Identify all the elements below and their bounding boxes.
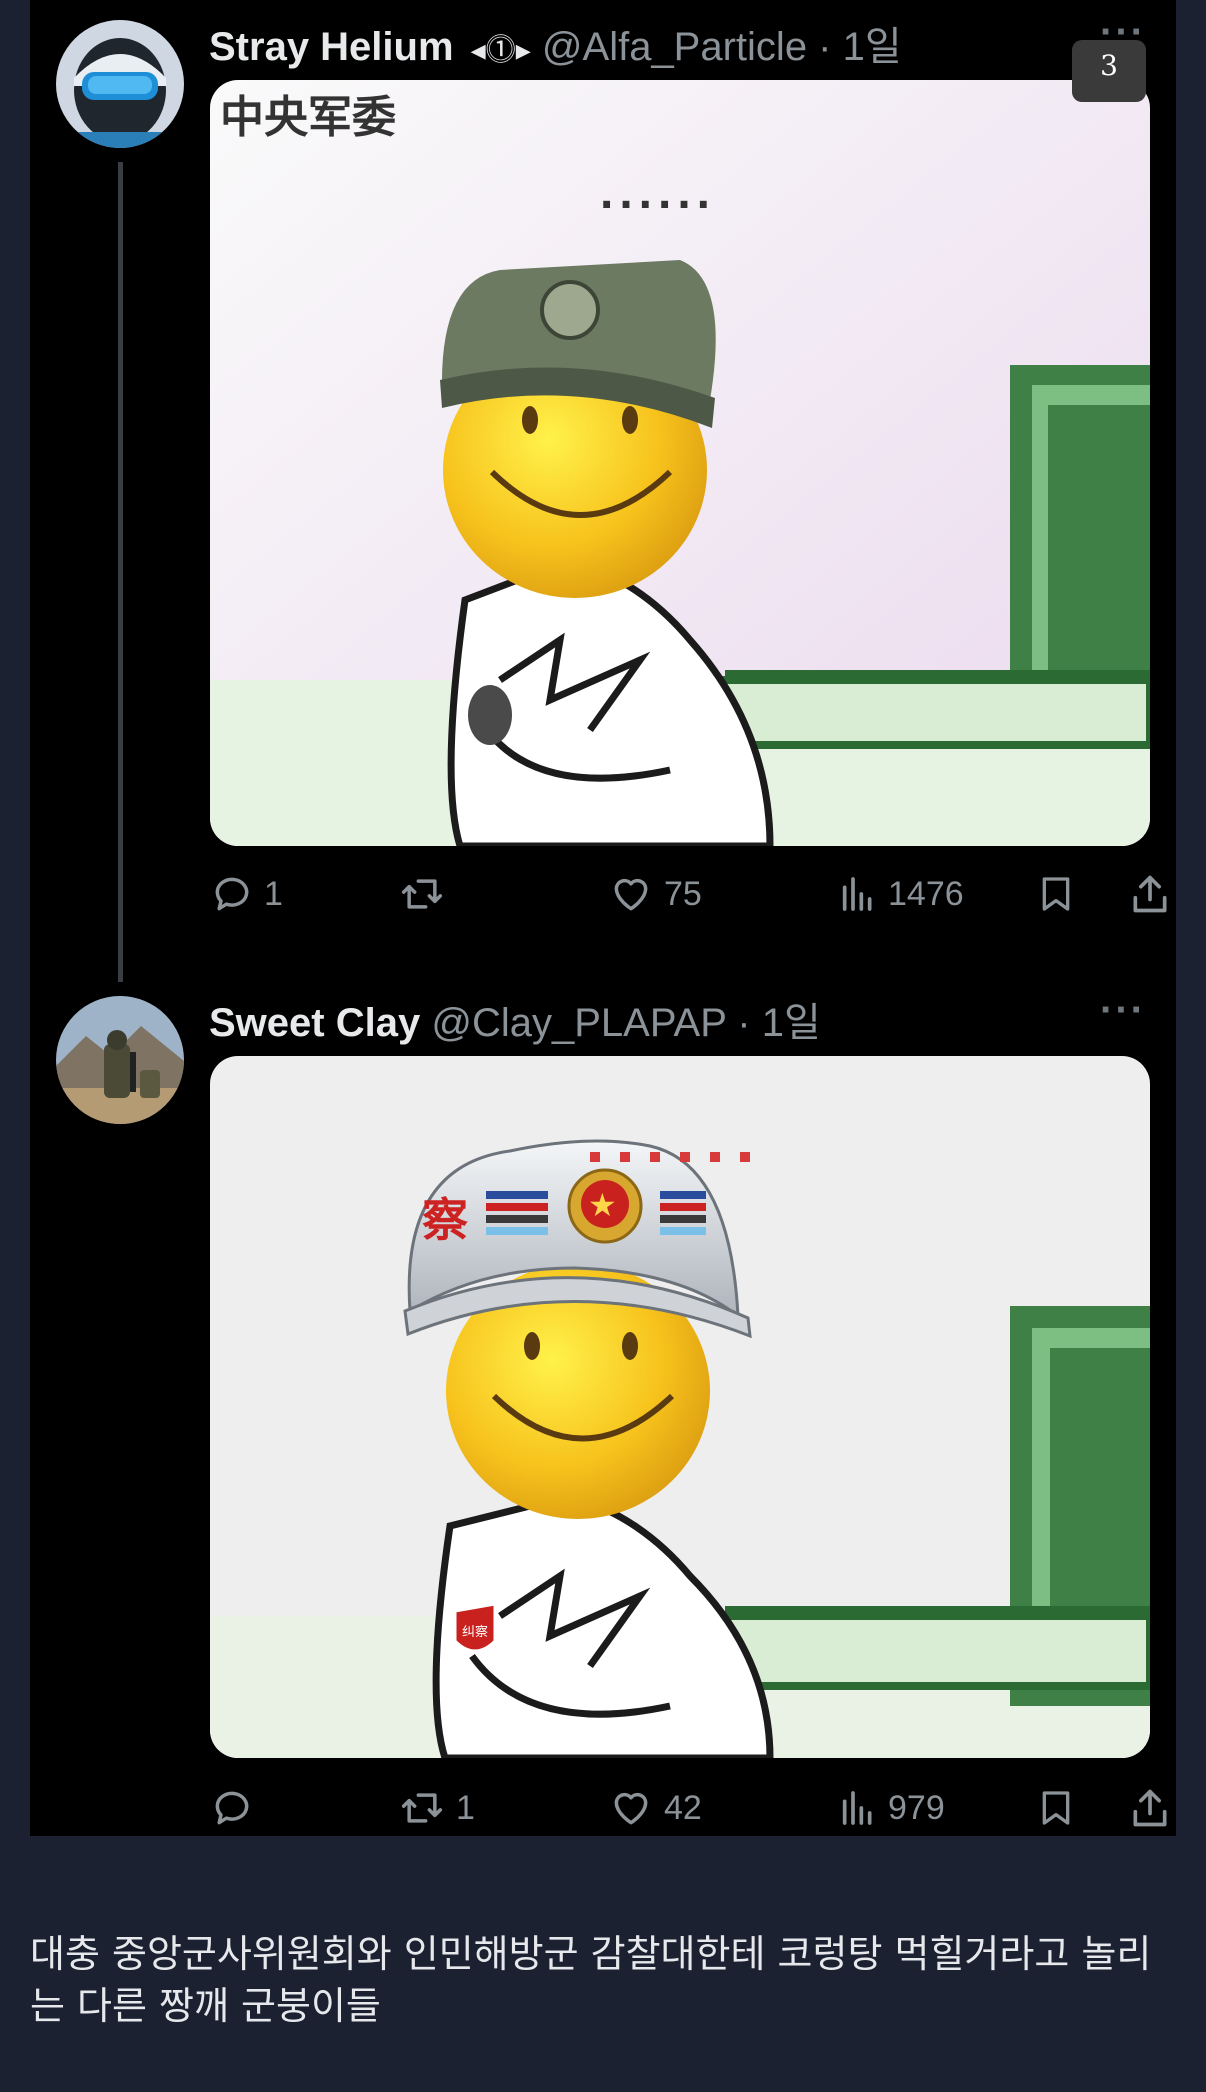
display-name[interactable]: Sweet Clay	[209, 1001, 420, 1045]
user-handle[interactable]: @Clay_PLAPAP	[431, 1001, 726, 1045]
reply-icon	[215, 1791, 249, 1825]
avatar-stray-helium[interactable]	[56, 20, 184, 148]
views-button[interactable]: 1476	[838, 864, 964, 924]
post-time[interactable]: 1일	[762, 1001, 821, 1045]
post-image[interactable]: 中央军委 ......	[210, 80, 1150, 846]
name-badge: ◂⓵▸	[470, 34, 531, 67]
like-button[interactable]: 42	[608, 1778, 702, 1836]
post-header: Sweet Clay @Clay_PLAPAP · 1일	[209, 990, 821, 1048]
share-button[interactable]	[1128, 1778, 1172, 1836]
views-count: 1476	[888, 874, 964, 913]
armband-text: 纠察	[462, 1625, 488, 1640]
share-icon	[1133, 1789, 1167, 1827]
views-icon	[842, 877, 872, 911]
post-time[interactable]: 1일	[843, 25, 902, 69]
reply-count: 1	[264, 874, 283, 913]
repost-button[interactable]	[398, 864, 456, 924]
more-options-button[interactable]: ···	[1100, 988, 1146, 1033]
display-name[interactable]: Stray Helium	[209, 25, 454, 69]
repost-icon	[401, 879, 443, 909]
heart-icon	[614, 1792, 648, 1825]
user-handle[interactable]: @Alfa_Particle	[542, 25, 807, 69]
star-icon: ★	[588, 1186, 617, 1224]
repost-button[interactable]: 1	[398, 1778, 475, 1836]
bookmark-button[interactable]	[1036, 1778, 1076, 1836]
views-icon	[842, 1791, 872, 1825]
share-icon	[1133, 875, 1167, 913]
helmet-text: 察	[422, 1193, 468, 1247]
reply-button[interactable]	[210, 1778, 264, 1836]
like-count: 42	[664, 1788, 702, 1827]
action-bar: 1 75 1476	[210, 864, 1170, 924]
share-button[interactable]	[1128, 864, 1172, 924]
bookmark-icon	[1042, 1791, 1070, 1825]
bookmark-button[interactable]	[1036, 864, 1076, 924]
views-button[interactable]: 979	[838, 1778, 945, 1836]
heart-icon	[614, 878, 648, 911]
ellipsis-dots: ......	[600, 166, 716, 219]
reply-icon	[215, 877, 249, 911]
like-button[interactable]: 75	[608, 864, 702, 924]
views-count: 979	[888, 1788, 945, 1827]
repost-count: 1	[456, 1788, 475, 1827]
image-caption-text: 中央军委	[220, 92, 396, 143]
reply-button[interactable]: 1	[210, 864, 283, 924]
avatar-sweet-clay[interactable]	[56, 996, 184, 1124]
page-badge: 3	[1072, 40, 1146, 102]
separator-dot: ·	[726, 1001, 762, 1045]
tweet-screenshot: Stray Helium ◂⓵▸ @Alfa_Particle · 1일 ···	[30, 0, 1176, 1836]
action-bar: 1 42 979	[210, 1778, 1170, 1836]
repost-icon	[401, 1793, 443, 1823]
thread-connector	[118, 162, 123, 982]
post-header: Stray Helium ◂⓵▸ @Alfa_Particle · 1일	[209, 14, 902, 72]
post-caption: 대충 중앙군사위원회와 인민해방군 감찰대한테 코렁탕 먹힐거라고 놀리는 다른…	[30, 1932, 1152, 2028]
post-image[interactable]: 纠察 ★ 察	[210, 1056, 1150, 1758]
bookmark-icon	[1042, 877, 1070, 911]
like-count: 75	[664, 874, 702, 913]
separator-dot: ·	[807, 25, 843, 69]
